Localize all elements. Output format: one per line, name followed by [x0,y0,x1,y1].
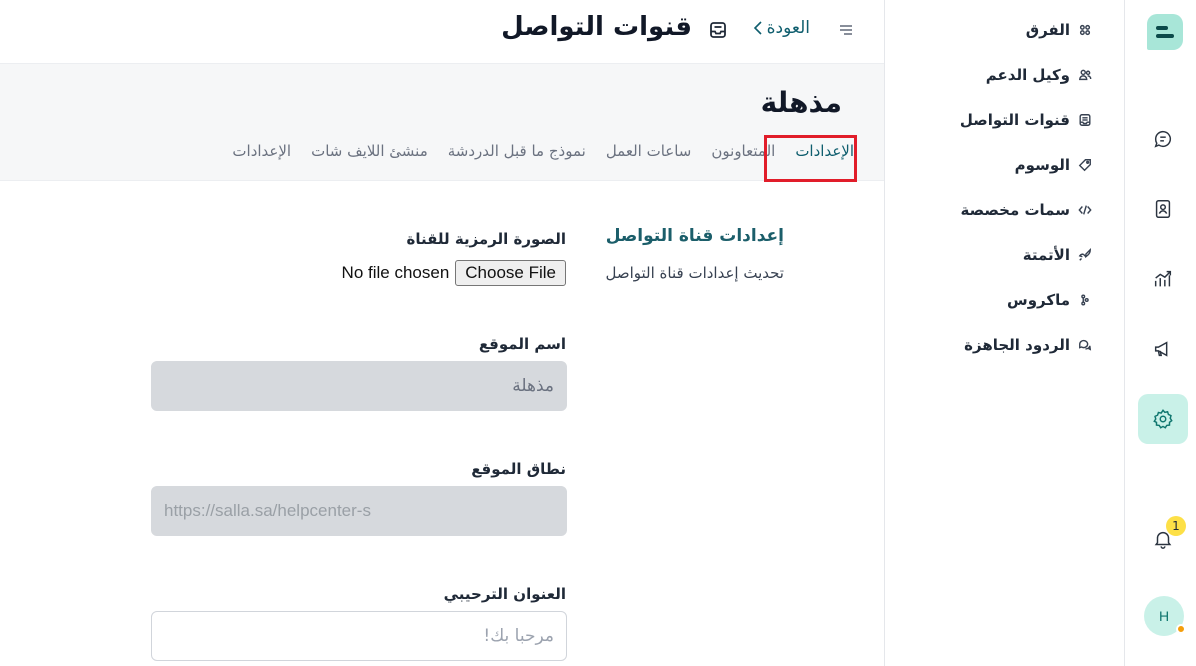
tab-widget-builder[interactable]: منشئ اللايف شات [311,142,428,160]
rocket-icon [1078,248,1091,261]
inbox-icon [1079,114,1091,126]
sidebar-item-label: الأتمتة [1022,246,1070,264]
settings-rail-button[interactable] [1138,394,1188,444]
sidebar-item-macros[interactable]: ماكروس [1007,286,1092,314]
sidebar-item-label: قنوات التواصل [959,111,1070,129]
conversations-rail-button[interactable] [1138,114,1188,164]
contact-book-icon [1155,200,1171,218]
website-name-label: اسم الموقع [478,335,566,353]
sidebar-item-automation[interactable]: الأتمتة [1023,241,1092,269]
campaigns-rail-button[interactable] [1138,324,1188,374]
main-content: قنوات التواصل العودة مذهلة الإعدادات الم… [0,0,884,666]
tab-business-hours[interactable]: ساعات العمل [606,142,692,160]
chat-bubbles-icon [1079,339,1092,351]
macro-icon [1081,294,1089,306]
file-status-text: No file chosen [341,263,450,282]
page-title: قنوات التواصل [501,12,692,42]
website-name-input[interactable] [151,361,567,411]
sidebar-item-labels[interactable]: الوسوم [1015,151,1092,179]
sidebar-item-label: الردود الجاهزة [964,336,1070,354]
inbox-name: مذهلة [760,86,842,119]
megaphone-icon [1154,341,1168,357]
sidebar-item-agents[interactable]: وكيل الدعم [986,61,1092,89]
contacts-rail-button[interactable] [1138,184,1188,234]
inbox-title-icon [708,20,728,40]
agents-icon [1079,69,1092,81]
notification-count-badge: 1 [1166,516,1186,536]
gear-icon [1153,409,1173,429]
teams-icon [1079,24,1091,36]
sidebar-item-label: الفرق [1025,21,1070,39]
tag-icon [1078,159,1091,172]
chat-icon [1154,130,1172,148]
sidebar-item-inboxes[interactable]: قنوات التواصل [960,106,1092,134]
sidebar-item-teams[interactable]: الفرق [1026,16,1092,44]
menu-toggle-icon[interactable] [838,22,854,38]
tab-configuration[interactable]: الإعدادات [232,142,291,160]
reports-rail-button[interactable] [1138,254,1188,304]
section-description: تحديث إعدادات قناة التواصل [605,264,784,282]
sidebar-item-label: وكيل الدعم [985,66,1070,84]
inbox-header: مذهلة الإعدادات المتعاونون ساعات العمل ن… [0,64,884,181]
channel-avatar-label: الصورة الرمزية للقناة [406,230,566,248]
welcome-heading-label: العنوان الترحيبي [443,585,566,603]
channel-avatar-file-input: Choose File No file chosen [342,260,566,286]
back-label: العودة [766,18,810,38]
tab-pre-chat-form[interactable]: نموذج ما قبل الدردشة [448,142,586,160]
sidebar-item-custom-attributes[interactable]: سمات مخصصة [961,196,1093,224]
notifications-rail-button[interactable]: 1 [1138,514,1188,564]
app-logo[interactable] [1147,14,1183,50]
chart-trend-icon [1154,270,1172,287]
choose-file-button[interactable]: Choose File [455,260,566,286]
sidebar-item-label: ماكروس [1007,291,1070,309]
icon-rail: 1 H [1124,0,1196,666]
active-tab-highlight-box [764,135,857,182]
website-domain-input[interactable] [151,486,567,536]
top-bar: قنوات التواصل العودة [0,0,884,64]
settings-sidebar: الفرق وكيل الدعم قنوات التواصل الوسوم سم… [884,0,1124,666]
sidebar-item-canned-responses[interactable]: الردود الجاهزة [964,331,1092,359]
inbox-tabs: الإعدادات المتعاونون ساعات العمل نموذج م… [232,142,854,160]
sidebar-item-label: الوسوم [1014,156,1070,174]
availability-dot [1176,624,1186,634]
sidebar-item-label: سمات مخصصة [960,201,1071,219]
user-avatar[interactable]: H [1144,596,1186,636]
avatar-initial: H [1158,608,1170,624]
website-domain-label: نطاق الموقع [471,460,566,478]
section-title: إعدادات قناة التواصل [605,226,784,246]
chevron-left-icon [753,21,762,35]
code-icon [1078,205,1092,215]
back-link[interactable]: العودة [751,18,810,38]
welcome-heading-input[interactable] [151,611,567,661]
